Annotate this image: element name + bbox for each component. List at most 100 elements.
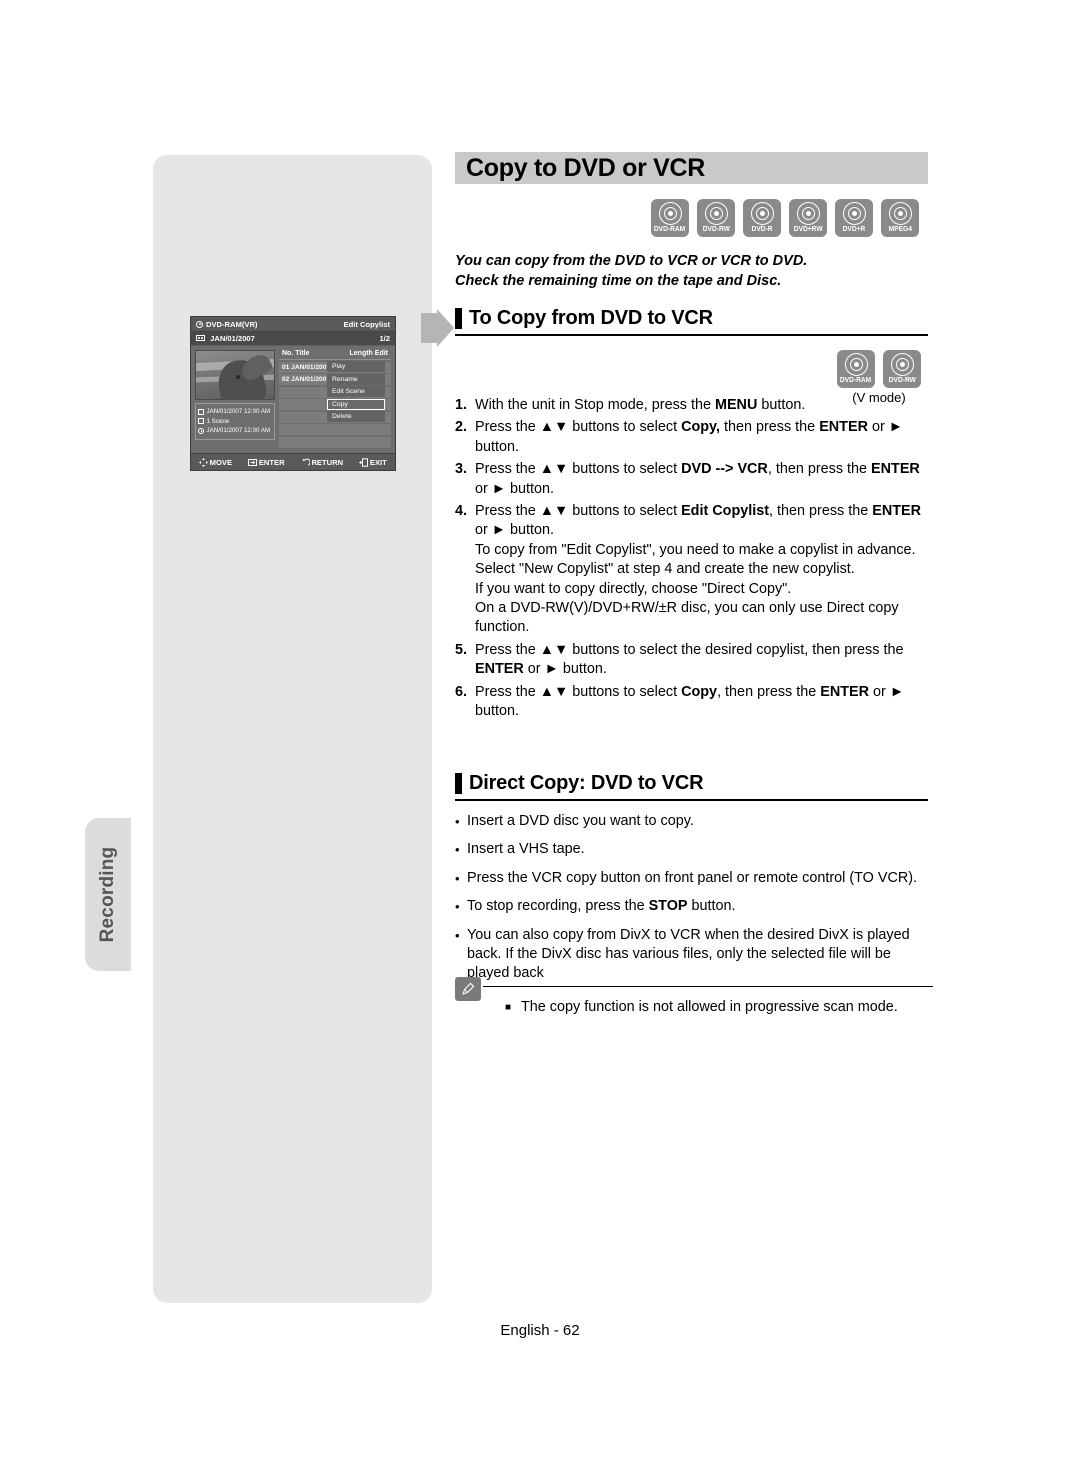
body-text: Insert a VHS tape.	[467, 841, 585, 858]
tv-title-row-text: 02 JAN/01/2007	[282, 376, 331, 383]
step-extra-line: On a DVD-RW(V)/DVD+RW/±R disc, you can o…	[475, 600, 899, 636]
emphasis-text: Copy,	[681, 419, 720, 436]
enter-icon	[248, 458, 258, 466]
tv-sub-bar: JAN/01/2007 1/2	[191, 332, 395, 346]
step-item: 5. Press the ▲▼ buttons to select the des…	[455, 641, 933, 680]
step-item: 4. Press the ▲▼ buttons to select Edit Co…	[455, 502, 933, 638]
disc-glyph-icon	[842, 202, 866, 225]
tape-icon	[196, 335, 205, 341]
tv-page-indicator: 1/2	[379, 334, 390, 343]
context-menu-item-rename[interactable]: Rename	[327, 373, 385, 385]
tv-nav-enter[interactable]: ENTER	[248, 458, 285, 467]
body-text: or ► button.	[523, 661, 607, 678]
column-no-title: No. Title	[282, 350, 310, 357]
context-menu-item-delete[interactable]: Delete	[327, 411, 385, 422]
body-text: , then press the	[717, 683, 821, 700]
context-menu-item-label: Copy	[332, 400, 348, 408]
tv-left-column: JAN/01/2007 12:00 AM 1 Scene JAN/01/2007 1…	[195, 350, 275, 451]
tv-right-column: No. Title Length Edit 01 JAN/01/2007 02 J…	[279, 350, 391, 451]
body-text: Press the ▲▼ buttons to select	[475, 683, 682, 700]
context-menu-item-edit-scene[interactable]: Edit Scene	[327, 386, 385, 397]
chapter-side-tab: Recording	[85, 818, 131, 971]
tv-nav-label: EXIT	[369, 457, 387, 467]
tv-nav-return[interactable]: RETURN	[301, 458, 343, 467]
context-menu-item-label: Delete	[332, 413, 352, 420]
disc-glyph-icon	[658, 202, 682, 225]
step-body: With the unit in Stop mode, press the ME…	[475, 396, 933, 415]
clock-icon	[198, 427, 204, 434]
intro-line-1: You can copy from the DVD to VCR or VCR …	[455, 253, 808, 269]
bullet-text: Insert a DVD disc you want to copy.	[467, 812, 933, 831]
bullet-dot-icon: •	[455, 842, 460, 858]
step-body: Press the ▲▼ buttons to select Copy, the…	[475, 418, 933, 457]
note-block: ■ The copy function is not allowed in pr…	[455, 977, 933, 1017]
tv-nav-move[interactable]: MOVE	[199, 458, 232, 467]
bullet-dot-icon: •	[455, 814, 460, 829]
body-text: Insert a DVD disc you want to copy.	[467, 813, 694, 829]
page-title-bar: Copy to DVD or VCR	[455, 152, 928, 184]
heading-marker-2	[455, 773, 462, 794]
body-text: or ► button.	[475, 480, 555, 497]
disc-glyph-icon	[796, 202, 820, 225]
chapter-side-tab-label: Recording	[97, 846, 118, 943]
tv-top-bar: DVD-RAM(VR) Edit Copylist	[191, 317, 395, 332]
tv-title-row[interactable]	[279, 436, 391, 448]
context-menu-item-copy[interactable]: Copy	[327, 398, 385, 410]
numbered-steps-list: 1. With the unit in Stop mode, press the …	[455, 396, 933, 725]
emphasis-text: MENU	[714, 397, 758, 413]
body-text: To stop recording, press the	[467, 898, 649, 915]
emphasis-text: Edit Copylist	[681, 503, 770, 520]
disc-glyph-icon	[890, 353, 914, 376]
emphasis-text: ENTER	[871, 461, 920, 478]
tv-screen-mockup: DVD-RAM(VR) Edit Copylist JAN/01/2007 1/…	[190, 316, 396, 471]
tv-context-menu[interactable]: Play Rename Edit Scene Copy Delete	[327, 361, 385, 424]
body-text: button.	[757, 397, 806, 413]
bullet-item: • Press the VCR copy button on front pane…	[455, 869, 933, 888]
disc-icon-label: DVD-RW	[702, 226, 730, 233]
step-extra-line: Select "New Copylist" at step 4 and crea…	[475, 561, 855, 578]
body-text: , then press the	[767, 461, 872, 478]
disc-icon-label: DVD+R	[842, 226, 866, 233]
step-number: 4.	[455, 503, 468, 520]
tv-list-header: No. Title Length Edit	[279, 350, 391, 360]
disc-icon-dvd-rw: DVD-RW	[883, 350, 921, 388]
tv-info-text: JAN/01/2007 12:00 AM	[206, 427, 271, 434]
tv-nav-exit[interactable]: EXIT	[359, 457, 387, 467]
step-item: 2. Press the ▲▼ buttons to select Copy, t…	[455, 418, 933, 457]
tv-title-row-text: 01 JAN/01/2007	[282, 363, 331, 371]
emphasis-text: STOP	[648, 898, 688, 915]
step-number: 2.	[455, 419, 468, 436]
step-body: Press the ▲▼ buttons to select Copy, the…	[475, 683, 933, 722]
disc-glyph-icon	[844, 353, 868, 376]
section-heading-to-copy-dvd-to-vcr: To Copy from DVD to VCR	[455, 307, 928, 336]
body-text: then press the	[719, 419, 820, 436]
bullet-item: • You can also copy from DivX to VCR when…	[455, 926, 933, 984]
note-body: ■ The copy function is not allowed in pr…	[505, 987, 933, 1017]
tv-navigation-bar: MOVE ENTER RETURN EXIT	[191, 453, 395, 470]
tv-title-group: JAN/01/2007	[196, 334, 255, 343]
step-item: 1. With the unit in Stop mode, press the …	[455, 396, 933, 415]
tv-title-row[interactable]	[279, 424, 391, 435]
arrow-right-icon	[421, 309, 454, 347]
tv-info-row: 1 Scene	[198, 417, 272, 427]
tv-info-text: JAN/01/2007 12:00 AM	[206, 408, 271, 415]
disc-icon-dvd-r: DVD+R	[835, 199, 873, 237]
emphasis-text: ENTER	[819, 419, 868, 436]
disc-icon-label: DVD-RAM	[840, 377, 872, 384]
heading-marker	[455, 308, 462, 329]
disc-icon-dvd-ram: DVD-RAM	[837, 350, 875, 388]
page-title: Copy to DVD or VCR	[466, 153, 706, 182]
bullet-text: To stop recording, press the STOP button…	[467, 897, 933, 916]
note-bullet-marker: ■	[505, 1002, 512, 1013]
disc-compatibility-icons: DVD-RAM DVD-RW DVD-R DVD+RW DVD+R MPEG4	[651, 199, 919, 237]
emphasis-text: ENTER	[475, 661, 524, 678]
step-body: Press the ▲▼ buttons to select DVD --> V…	[475, 460, 933, 499]
body-text: , then press the	[769, 503, 873, 520]
step-body: Press the ▲▼ buttons to select the desir…	[475, 641, 933, 680]
context-menu-item-play[interactable]: Play	[327, 361, 385, 372]
step-item: 6. Press the ▲▼ buttons to select Copy, t…	[455, 683, 933, 722]
body-text: You can also copy from DivX to VCR when …	[467, 926, 910, 982]
tv-title-label: JAN/01/2007	[210, 334, 255, 343]
tv-info-text: 1 Scene	[206, 417, 230, 425]
step-body: Press the ▲▼ buttons to select Edit Copy…	[475, 502, 933, 638]
